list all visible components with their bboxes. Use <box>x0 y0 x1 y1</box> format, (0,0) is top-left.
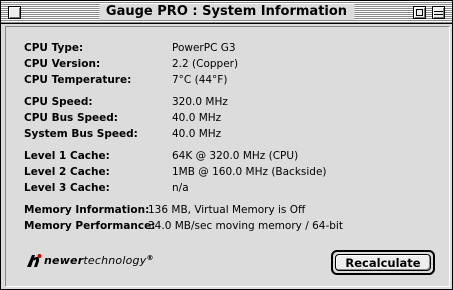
memory-information-label: Memory Information: <box>24 204 150 216</box>
recalculate-button-label[interactable]: Recalculate <box>335 254 431 271</box>
logo-registered-mark: ® <box>146 254 154 262</box>
logo-text-newer: newer <box>44 254 84 267</box>
zoom-box[interactable] <box>413 6 426 19</box>
cpu-temperature-value: 7°C (44°F) <box>172 74 228 86</box>
cpu-temperature-label: CPU Temperature: <box>24 74 132 86</box>
level-3-cache-value: n/a <box>172 182 189 194</box>
level-2-cache-value: 1MB @ 160.0 MHz (Backside) <box>172 166 327 178</box>
memory-performance-label: Memory Performance: <box>24 220 156 232</box>
cpu-type-label: CPU Type: <box>24 42 84 54</box>
level-3-cache-label: Level 3 Cache: <box>24 182 110 194</box>
nt-logo-icon <box>27 254 42 267</box>
memory-information-value: 136 MB, Virtual Memory is Off <box>148 204 306 216</box>
cpu-bus-speed-label: CPU Bus Speed: <box>24 112 119 124</box>
level-1-cache-value: 64K @ 320.0 MHz (CPU) <box>172 150 299 162</box>
system-information-window: Gauge PRO : System Information CPU Type:… <box>0 0 453 290</box>
cpu-version-value: 2.2 (Copper) <box>172 58 239 70</box>
collapse-box[interactable] <box>432 6 445 19</box>
system-bus-speed-label: System Bus Speed: <box>24 128 138 140</box>
close-box[interactable] <box>8 6 21 19</box>
memory-performance-value: 34.0 MB/sec moving memory / 64-bit <box>148 220 343 232</box>
recalculate-button[interactable]: Recalculate <box>331 250 435 275</box>
window-title: Gauge PRO : System Information <box>98 4 355 20</box>
cpu-bus-speed-value: 40.0 MHz <box>172 112 222 124</box>
level-2-cache-label: Level 2 Cache: <box>24 166 110 178</box>
logo-text-technology: technology <box>83 254 147 267</box>
logo-wordmark: newertechnology® <box>44 254 154 267</box>
cpu-version-label: CPU Version: <box>24 58 101 70</box>
system-bus-speed-value: 40.0 MHz <box>172 128 222 140</box>
newer-technology-logo: newertechnology® <box>25 252 154 269</box>
cpu-speed-value: 320.0 MHz <box>172 96 228 108</box>
level-1-cache-label: Level 1 Cache: <box>24 150 110 162</box>
cpu-type-value: PowerPC G3 <box>172 42 236 54</box>
title-bar[interactable]: Gauge PRO : System Information <box>1 1 452 24</box>
cpu-speed-label: CPU Speed: <box>24 96 93 108</box>
